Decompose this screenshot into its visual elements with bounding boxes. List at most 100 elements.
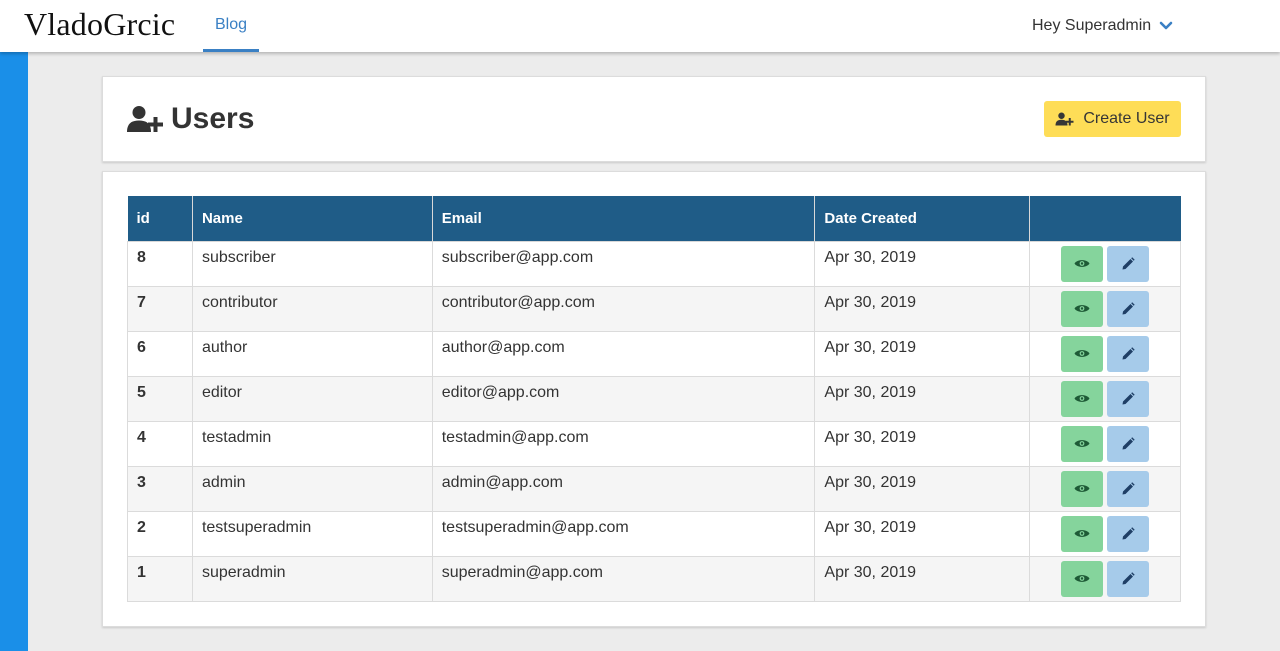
cell-date-created: Apr 30, 2019 bbox=[814, 420, 1031, 467]
cell-actions bbox=[1029, 330, 1181, 377]
nav-tab-blog[interactable]: Blog bbox=[203, 0, 259, 52]
column-header-email[interactable]: Email bbox=[432, 196, 816, 242]
cell-email: editor@app.com bbox=[431, 375, 816, 422]
user-plus-icon bbox=[127, 105, 163, 133]
view-user-button[interactable] bbox=[1061, 335, 1104, 372]
eye-icon bbox=[1074, 348, 1090, 359]
cell-date-created: Apr 30, 2019 bbox=[814, 375, 1031, 422]
eye-icon bbox=[1074, 258, 1090, 269]
pencil-icon bbox=[1121, 526, 1135, 541]
sidebar-strip bbox=[0, 52, 28, 651]
cell-email: testadmin@app.com bbox=[431, 420, 816, 467]
table-body: 8 subscriber subscriber@app.com Apr 30, 201… bbox=[127, 240, 1181, 602]
view-user-button[interactable] bbox=[1061, 560, 1104, 597]
pencil-icon bbox=[1121, 256, 1135, 271]
cell-date-created: Apr 30, 2019 bbox=[814, 285, 1031, 332]
cell-name: author bbox=[191, 330, 433, 377]
cell-name: testsuperadmin bbox=[191, 510, 433, 557]
eye-icon bbox=[1074, 393, 1090, 404]
edit-user-button[interactable] bbox=[1107, 335, 1150, 372]
cell-id: 3 bbox=[127, 465, 193, 512]
cell-email: author@app.com bbox=[431, 330, 816, 377]
cell-id: 4 bbox=[127, 420, 193, 467]
top-navbar: VladoGrcic Blog Hey Superadmin bbox=[0, 0, 1280, 52]
cell-id: 5 bbox=[127, 375, 193, 422]
table-row: 7 contributor contributor@app.com Apr 30, 2… bbox=[127, 285, 1181, 332]
cell-name: testadmin bbox=[191, 420, 433, 467]
column-header-date-created[interactable]: Date Created bbox=[814, 196, 1031, 242]
cell-date-created: Apr 30, 2019 bbox=[814, 555, 1031, 602]
users-table: id Name Email Date Created 8 subscriber su… bbox=[127, 196, 1181, 602]
view-user-button[interactable] bbox=[1061, 515, 1104, 552]
cell-email: subscriber@app.com bbox=[431, 240, 816, 287]
view-user-button[interactable] bbox=[1061, 245, 1104, 282]
user-plus-icon bbox=[1055, 112, 1074, 126]
cell-id: 8 bbox=[127, 240, 193, 287]
edit-user-button[interactable] bbox=[1107, 380, 1150, 417]
view-user-button[interactable] bbox=[1061, 425, 1104, 462]
page-header-card: Users Create User bbox=[102, 76, 1206, 162]
column-header-id[interactable]: id bbox=[127, 196, 193, 242]
table-row: 3 admin admin@app.com Apr 30, 2019 bbox=[127, 465, 1181, 512]
edit-user-button[interactable] bbox=[1107, 245, 1150, 282]
table-row: 8 subscriber subscriber@app.com Apr 30, 201… bbox=[127, 240, 1181, 287]
table-row: 4 testadmin testadmin@app.com Apr 30, 2019 bbox=[127, 420, 1181, 467]
edit-user-button[interactable] bbox=[1107, 425, 1150, 462]
view-user-button[interactable] bbox=[1061, 380, 1104, 417]
column-header-actions bbox=[1029, 196, 1181, 242]
edit-user-button[interactable] bbox=[1107, 560, 1150, 597]
cell-email: admin@app.com bbox=[431, 465, 816, 512]
pencil-icon bbox=[1121, 346, 1135, 361]
cell-actions bbox=[1029, 240, 1181, 287]
create-user-label: Create User bbox=[1083, 110, 1170, 127]
cell-date-created: Apr 30, 2019 bbox=[814, 330, 1031, 377]
cell-actions bbox=[1029, 510, 1181, 557]
cell-date-created: Apr 30, 2019 bbox=[814, 510, 1031, 557]
cell-id: 7 bbox=[127, 285, 193, 332]
view-user-button[interactable] bbox=[1061, 470, 1104, 507]
column-header-name[interactable]: Name bbox=[192, 196, 433, 242]
eye-icon bbox=[1074, 438, 1090, 449]
cell-id: 6 bbox=[127, 330, 193, 377]
table-row: 6 author author@app.com Apr 30, 2019 bbox=[127, 330, 1181, 377]
users-table-card: id Name Email Date Created 8 subscriber su… bbox=[102, 171, 1206, 627]
page-title-text: Users bbox=[171, 102, 255, 135]
cell-name: subscriber bbox=[191, 240, 433, 287]
cell-id: 2 bbox=[127, 510, 193, 557]
cell-name: editor bbox=[191, 375, 433, 422]
pencil-icon bbox=[1121, 391, 1135, 406]
cell-actions bbox=[1029, 420, 1181, 467]
cell-name: superadmin bbox=[191, 555, 433, 602]
cell-email: testsuperadmin@app.com bbox=[431, 510, 816, 557]
chevron-down-icon bbox=[1159, 21, 1173, 31]
eye-icon bbox=[1074, 483, 1090, 494]
cell-name: admin bbox=[191, 465, 433, 512]
page-title: Users bbox=[127, 102, 254, 136]
table-row: 5 editor editor@app.com Apr 30, 2019 bbox=[127, 375, 1181, 422]
brand-logo[interactable]: VladoGrcic bbox=[24, 6, 175, 43]
cell-actions bbox=[1029, 465, 1181, 512]
eye-icon bbox=[1074, 303, 1090, 314]
cell-actions bbox=[1029, 285, 1181, 332]
pencil-icon bbox=[1121, 481, 1135, 496]
cell-id: 1 bbox=[127, 555, 193, 602]
eye-icon bbox=[1074, 528, 1090, 539]
cell-name: contributor bbox=[191, 285, 433, 332]
edit-user-button[interactable] bbox=[1107, 290, 1150, 327]
table-row: 1 superadmin superadmin@app.com Apr 30, 201… bbox=[127, 555, 1181, 602]
eye-icon bbox=[1074, 573, 1090, 584]
cell-actions bbox=[1029, 555, 1181, 602]
edit-user-button[interactable] bbox=[1107, 470, 1150, 507]
cell-email: superadmin@app.com bbox=[431, 555, 816, 602]
table-header-row: id Name Email Date Created bbox=[127, 196, 1181, 242]
pencil-icon bbox=[1121, 301, 1135, 316]
user-menu[interactable]: Hey Superadmin bbox=[1032, 0, 1173, 52]
pencil-icon bbox=[1121, 436, 1135, 451]
edit-user-button[interactable] bbox=[1107, 515, 1150, 552]
cell-actions bbox=[1029, 375, 1181, 422]
user-greeting: Hey Superadmin bbox=[1032, 17, 1152, 34]
view-user-button[interactable] bbox=[1061, 290, 1104, 327]
cell-email: contributor@app.com bbox=[431, 285, 816, 332]
create-user-button[interactable]: Create User bbox=[1044, 101, 1181, 137]
pencil-icon bbox=[1121, 571, 1135, 586]
